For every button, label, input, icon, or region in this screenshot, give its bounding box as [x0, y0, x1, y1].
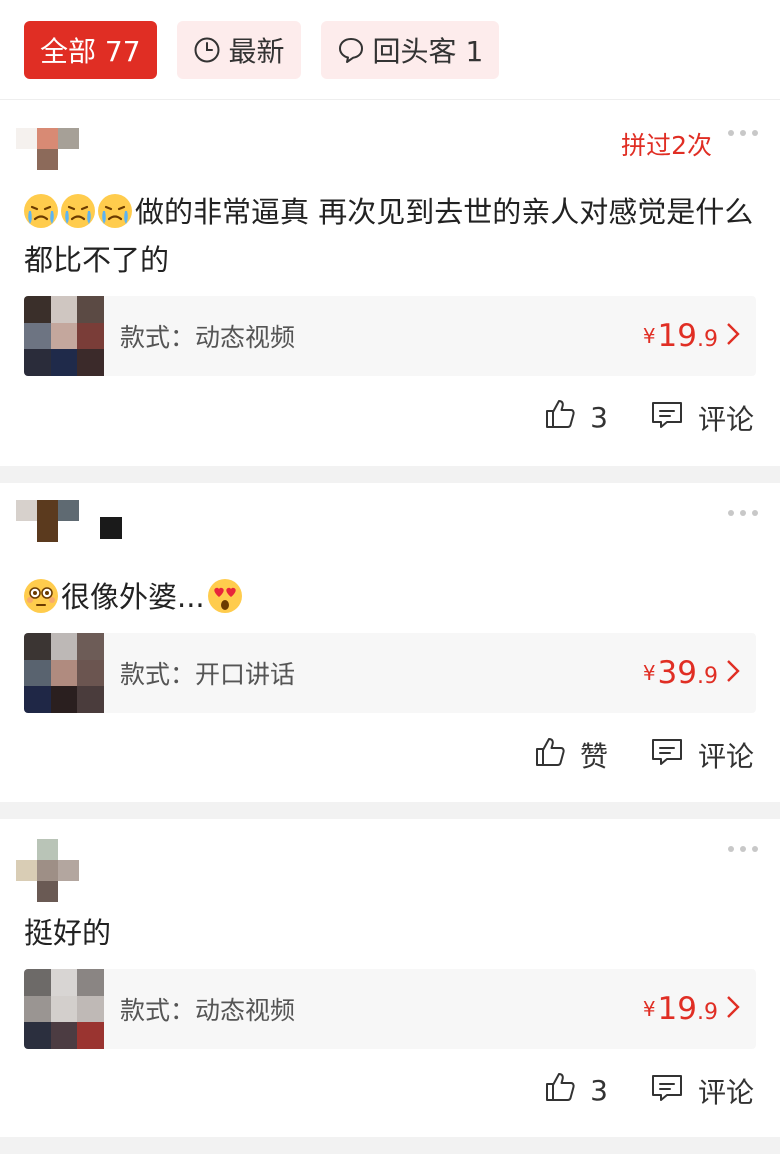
price-integer: 19 — [657, 991, 697, 1027]
filter-returning-label: 回头客 1 — [372, 34, 484, 68]
thumbs-up-icon — [544, 1071, 576, 1110]
repeat-purchase-badge: 拼过2次 — [621, 131, 712, 160]
price-currency: ¥ — [642, 661, 656, 685]
product-style-label: 款式：动态视频 — [120, 323, 296, 352]
chat-bubble-icon — [337, 36, 365, 64]
review-actions: 3 评论 — [0, 1049, 780, 1145]
filter-latest-chip[interactable]: 最新 — [176, 20, 301, 79]
crying-emoji-icon — [61, 194, 95, 228]
filter-all-chip[interactable]: 全部 77 — [24, 20, 157, 79]
review-text-body: 做的非常逼真 再次见到去世的亲人对感觉是什么都比不了的 — [24, 195, 754, 277]
product-price: ¥ 39 .9 — [643, 633, 740, 713]
comment-label: 评论 — [697, 403, 754, 436]
review-user-row — [0, 819, 780, 902]
chevron-right-icon — [726, 322, 740, 350]
product-thumbnail — [24, 969, 104, 1049]
filter-all-label: 全部 77 — [40, 34, 141, 68]
product-thumbnail — [24, 633, 104, 713]
like-count: 3 — [590, 1074, 608, 1107]
review-card: 挺好的 款式：动态视频 ¥ 19 .9 3 评论 — [0, 819, 780, 1137]
price-integer: 39 — [657, 655, 697, 691]
like-button[interactable]: 赞 — [534, 735, 608, 775]
more-options-icon[interactable] — [728, 130, 758, 136]
review-filter-bar: 全部 77 最新 回头客 1 — [0, 0, 780, 100]
username-redacted — [100, 517, 122, 539]
price-currency: ¥ — [642, 324, 656, 348]
product-style-label: 款式：动态视频 — [120, 996, 296, 1025]
price-integer: 19 — [657, 318, 697, 354]
filter-returning-chip[interactable]: 回头客 1 — [320, 20, 500, 79]
crying-emoji-icon — [24, 194, 58, 228]
review-text-body: 很像外婆... — [61, 580, 205, 614]
comment-icon — [650, 1072, 684, 1111]
more-options-icon[interactable] — [728, 510, 758, 516]
review-actions: 赞 评论 — [0, 713, 780, 809]
product-price: ¥ 19 .9 — [643, 296, 740, 376]
product-style-label: 款式：开口讲话 — [120, 660, 296, 689]
thumbs-up-icon — [544, 398, 576, 437]
like-button[interactable]: 3 — [544, 398, 608, 437]
like-count: 3 — [590, 401, 608, 434]
review-text-body: 挺好的 — [24, 916, 112, 950]
comment-button[interactable]: 评论 — [650, 1071, 754, 1111]
avatar[interactable] — [16, 500, 79, 563]
comment-label: 评论 — [697, 1076, 754, 1109]
heart-eyes-emoji-icon — [207, 579, 242, 613]
like-label: 赞 — [579, 740, 608, 773]
crying-emoji-icon — [98, 194, 132, 228]
chevron-right-icon — [726, 659, 740, 687]
review-card: 很像外婆... 款式：开口讲话 ¥ 39 .9 赞 评论 — [0, 483, 780, 802]
product-variant-card[interactable]: 款式：动态视频 ¥ 19 .9 — [24, 969, 756, 1049]
price-currency: ¥ — [642, 997, 656, 1021]
avatar[interactable] — [16, 128, 79, 191]
review-text: 挺好的 — [0, 909, 780, 957]
comment-button[interactable]: 评论 — [650, 398, 754, 438]
product-variant-card[interactable]: 款式：开口讲话 ¥ 39 .9 — [24, 633, 756, 713]
product-variant-card[interactable]: 款式：动态视频 ¥ 19 .9 — [24, 296, 756, 376]
more-options-icon[interactable] — [728, 846, 758, 852]
review-text: 很像外婆... — [0, 573, 780, 621]
like-button[interactable]: 3 — [544, 1071, 608, 1110]
comment-icon — [650, 399, 684, 438]
comment-icon — [650, 736, 684, 775]
review-card: 拼过2次 做的非常逼真 再次见到去世的亲人对感觉是什么都比不了的 款式：动态视频… — [0, 100, 780, 466]
product-price: ¥ 19 .9 — [643, 969, 740, 1049]
chevron-right-icon — [726, 995, 740, 1023]
comment-label: 评论 — [697, 740, 754, 773]
filter-latest-label: 最新 — [228, 34, 285, 68]
review-text: 做的非常逼真 再次见到去世的亲人对感觉是什么都比不了的 — [0, 188, 780, 284]
price-decimal: .9 — [697, 326, 718, 352]
review-user-row: 拼过2次 — [0, 100, 780, 191]
thumbs-up-icon — [534, 736, 566, 775]
clock-icon — [193, 36, 221, 64]
review-user-row — [0, 483, 780, 563]
flushed-emoji-icon — [24, 579, 58, 613]
avatar[interactable] — [16, 839, 79, 902]
review-actions: 3 评论 — [0, 376, 780, 472]
product-thumbnail — [24, 296, 104, 376]
price-decimal: .9 — [697, 663, 718, 689]
comment-button[interactable]: 评论 — [650, 735, 754, 775]
price-decimal: .9 — [697, 999, 718, 1025]
